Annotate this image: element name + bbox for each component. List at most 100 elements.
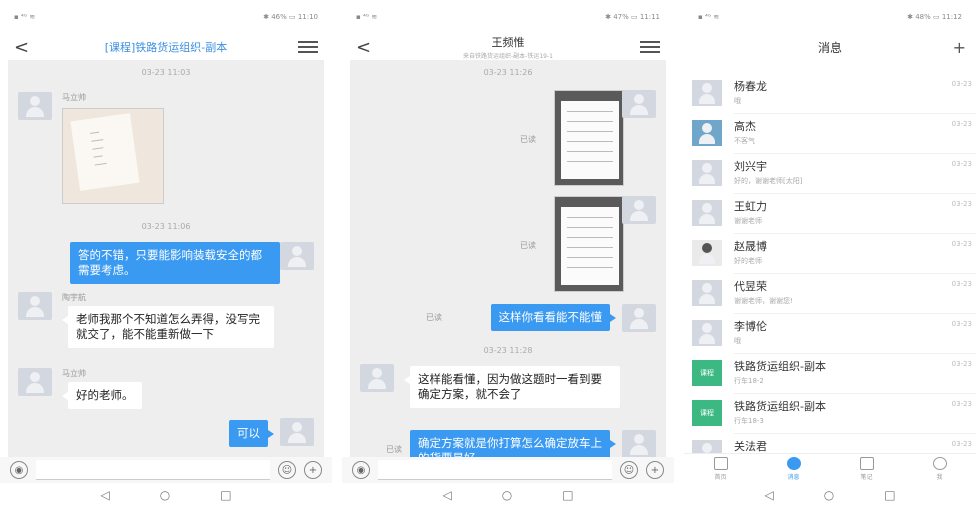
conversation-date: 03-23 [951,400,972,408]
tab-messages[interactable]: 消息 [786,456,801,481]
conversation-name: 关法君 [734,440,767,453]
message-bubble-sent[interactable]: 答的不错，只要能影响装载安全的都需要考虑。 [70,242,286,284]
add-icon[interactable]: + [304,461,322,479]
emoji-icon[interactable]: ☺ [278,461,296,479]
conversation-row[interactable]: 关法君 03-23 [684,434,976,453]
sender-name: 马立帅 [62,369,86,378]
avatar[interactable] [360,364,394,392]
chat-area[interactable]: 03-23 11:26 已读 已读 这样你看看能不能懂 已读 03-23 11:… [350,60,666,457]
sys-back-icon[interactable]: ◁ [764,488,773,502]
message-input[interactable] [36,460,270,480]
avatar-self[interactable] [622,304,656,332]
photo-message[interactable] [554,90,624,186]
message-bubble-sent[interactable]: 这样你看看能不能懂 [490,304,616,331]
course-avatar: 课程 [692,400,722,426]
conversation-row[interactable]: 王虹力 谢谢老师 03-23 [684,194,976,234]
status-left: ▪ ⁴ᴳ ≋ [356,13,378,21]
menu-icon[interactable] [640,41,660,53]
sys-back-icon[interactable]: ◁ [442,488,451,502]
plus-icon[interactable]: + [953,38,966,57]
message-bubble-received[interactable]: 老师我那个不知道怎么弄得，没写完就交了，能不能重新做一下 [62,306,274,348]
sys-home-icon[interactable]: ○ [824,488,834,502]
conversation-preview: 好的老师 [734,257,762,265]
photo-message[interactable] [62,108,164,204]
conversation-row[interactable]: 代昱荣 谢谢老师，谢谢您! 03-23 [684,274,976,314]
conversation-row[interactable]: 课程 铁路货运组织-副本 行车18-2 03-23 [684,354,976,394]
emoji-icon[interactable]: ☺ [620,461,638,479]
conversation-row[interactable]: 高杰 不客气 03-23 [684,114,976,154]
conversation-date: 03-23 [951,160,972,168]
add-icon[interactable]: + [646,461,664,479]
avatar-self[interactable] [622,430,656,457]
sys-home-icon[interactable]: ○ [160,488,170,502]
sys-back-icon[interactable]: ◁ [100,488,109,502]
phone-1-chat: ▪ ⁴ᴳ ≋ ✱ 46% ▭ 11:10 < [课程]铁路货运组织-副本 03-… [0,0,332,507]
tab-messages-label: 消息 [787,473,800,481]
avatar [692,160,722,186]
status-right: ✱ 48% ▭ 11:12 [907,13,962,21]
avatar-self[interactable] [622,90,656,118]
conversation-row[interactable]: 刘兴宇 好的，谢谢老师[太阳] 03-23 [684,154,976,194]
voice-icon[interactable]: ◉ [10,461,28,479]
chat-title: 王频惟 [491,36,525,49]
system-nav-bar: ◁ ○ □ [342,483,674,507]
menu-icon[interactable] [298,41,318,53]
notes-icon [859,456,874,470]
message-bubble-sent[interactable]: 可以 [229,420,274,447]
conversation-name: 代昱荣 [734,280,767,293]
back-icon[interactable]: < [356,37,376,58]
chat-title-wrap: 王频惟 来自铁路货运组织-副本-铁运19-1 [376,34,640,60]
conversation-date: 03-23 [951,80,972,88]
conversation-row[interactable]: 李博伦 哦 03-23 [684,314,976,354]
message-bubble-sent[interactable]: 确定方案就是你打算怎么确定放车上的货要是好 [410,430,616,457]
sys-recent-icon[interactable]: □ [884,488,895,502]
status-bar: ▪ ⁴ᴳ ≋ ✱ 48% ▭ 11:12 [684,0,976,34]
avatar [692,240,722,266]
tab-me-label: 我 [936,473,943,481]
read-receipt: 已读 [386,445,402,454]
photo-message[interactable] [554,196,624,292]
bottom-tab-bar: 首页 消息 笔记 我 [684,453,976,483]
message-input[interactable] [378,460,612,480]
avatar-self[interactable] [622,196,656,224]
conversation-preview: 行车18-3 [734,417,764,425]
sys-recent-icon[interactable]: □ [220,488,231,502]
conversation-date: 03-23 [951,240,972,248]
avatar[interactable] [18,292,52,320]
avatar[interactable] [18,92,52,120]
conversation-date: 03-23 [951,360,972,368]
conversation-preview: 好的，谢谢老师[太阳] [734,177,803,185]
conversation-date: 03-23 [951,280,972,288]
sys-home-icon[interactable]: ○ [502,488,512,502]
back-icon[interactable]: < [14,37,34,58]
conversation-preview: 行车18-2 [734,377,764,385]
tab-home[interactable]: 首页 [713,456,728,481]
tab-notes-label: 笔记 [860,473,873,481]
message-bubble-received[interactable]: 好的老师。 [62,382,142,409]
sender-name: 陶宇航 [62,293,86,302]
chat-area[interactable]: 03-23 11:03 马立帅 03-23 11:06 答的不错，只要能影响装载… [8,60,324,457]
chat-bubble-icon [786,456,801,470]
tab-notes[interactable]: 笔记 [859,456,874,481]
sys-recent-icon[interactable]: □ [562,488,573,502]
conversation-preview: 哦 [734,337,741,345]
conversation-row[interactable]: 课程 铁路货运组织-副本 行车18-3 03-23 [684,394,976,434]
avatar-self[interactable] [280,418,314,446]
avatar[interactable] [18,368,52,396]
conversation-preview: 不客气 [734,137,755,145]
chat-title: [课程]铁路货运组织-副本 [104,41,228,54]
conversation-name: 铁路货运组织-副本 [734,360,826,373]
messages-header: 消息 + [684,34,976,60]
conversation-preview: 哦 [734,97,741,105]
tab-me[interactable]: 我 [932,456,947,481]
system-nav-bar: ◁ ○ □ [684,483,976,507]
conversation-row[interactable]: 杨春龙 哦 03-23 [684,74,976,114]
avatar-self[interactable] [280,242,314,270]
message-bubble-received[interactable]: 这样能看懂，因为做这题时一看到要确定方案，就不会了 [404,366,620,408]
status-bar: ▪ ⁴ᴳ ≋ ✱ 47% ▭ 11:11 [342,0,674,34]
system-nav-bar: ◁ ○ □ [0,483,332,507]
conversation-name: 王虹力 [734,200,767,213]
tab-home-label: 首页 [714,473,727,481]
conversation-row[interactable]: 赵晟博 好的老师 03-23 [684,234,976,274]
voice-icon[interactable]: ◉ [352,461,370,479]
